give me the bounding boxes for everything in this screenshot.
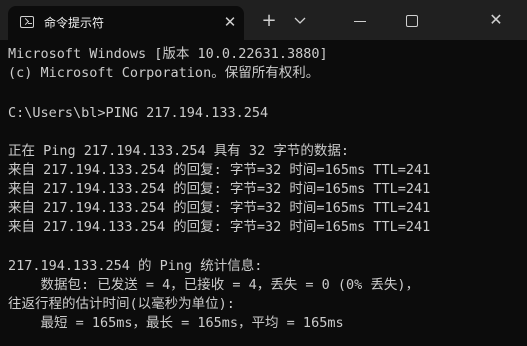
console-line: 往返行程的估计时间(以毫秒为单位): [8,296,235,312]
console-line: 217.194.133.254 的 Ping 统计信息: [8,258,263,274]
tab-title: 命令提示符 [44,16,105,30]
console-line: 正在 Ping 217.194.133.254 具有 32 字节的数据: [8,143,349,159]
title-bar: 命令提示符 ✕ + ✕ [0,0,527,40]
console-line: 来自 217.194.133.254 的回复: 字节=32 时间=165ms T… [8,181,431,197]
tab-close-button[interactable]: ✕ [220,12,240,32]
console-line: 来自 217.194.133.254 的回复: 字节=32 时间=165ms T… [8,162,431,178]
maximize-button[interactable] [392,12,432,30]
minimize-button[interactable] [340,12,380,30]
console-output[interactable]: Microsoft Windows [版本 10.0.22631.3880] (… [0,40,527,346]
console-line: C:\Users\bl>PING 217.194.133.254 [8,105,269,121]
console-line: 数据包: 已发送 = 4，已接收 = 4，丢失 = 0 (0% 丢失)， [8,277,420,293]
new-tab-button[interactable]: + [258,10,280,32]
console-line: Microsoft Windows [版本 10.0.22631.3880] [8,46,328,62]
chevron-down-icon[interactable] [290,12,310,30]
console-line: 来自 217.194.133.254 的回复: 字节=32 时间=165ms T… [8,200,431,216]
console-line: 最短 = 165ms，最长 = 165ms，平均 = 165ms [8,315,344,331]
cmd-icon [20,16,34,28]
close-window-button[interactable]: ✕ [476,6,516,34]
tab-command-prompt[interactable]: 命令提示符 ✕ [8,6,244,40]
console-line: 来自 217.194.133.254 的回复: 字节=32 时间=165ms T… [8,219,431,235]
console-line: (c) Microsoft Corporation。保留所有权利。 [8,65,320,81]
